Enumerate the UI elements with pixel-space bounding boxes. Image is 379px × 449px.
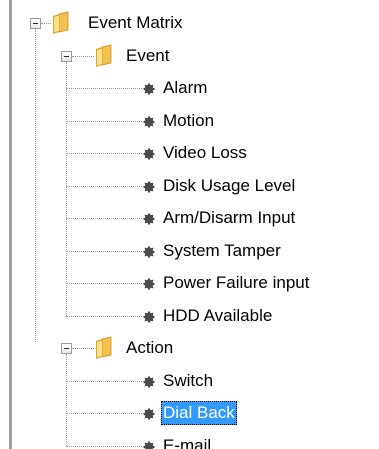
tree-connector-line	[66, 120, 142, 122]
tree-node-arm-disarm-input[interactable]: Arm/Disarm Input	[161, 206, 297, 230]
tree-connector-line	[72, 55, 94, 57]
group-collapse-toggle-event[interactable]	[61, 50, 72, 62]
tree-connector-line	[66, 413, 142, 414]
tree-node-event-matrix[interactable]: Event Matrix	[86, 11, 184, 35]
tree-connector-line	[41, 23, 51, 24]
tree-node-power-failure-input[interactable]: Power Failure input	[161, 271, 311, 295]
bullet-icon	[142, 276, 156, 291]
tree-connector-line	[66, 354, 67, 446]
tree-connector-line	[66, 88, 142, 89]
tree-connector-line	[66, 153, 142, 154]
bullet-icon	[142, 179, 156, 193]
tree-connector-line	[66, 250, 142, 252]
bullet-icon	[142, 439, 156, 449]
tree-connector-line	[66, 218, 142, 219]
tree-node-motion[interactable]: Motion	[161, 109, 216, 133]
bullet-icon	[142, 244, 156, 258]
tree-node-e-mail[interactable]: E-mail	[161, 434, 213, 449]
bullet-icon	[142, 374, 156, 388]
tree-connector-line	[35, 29, 36, 342]
tree-connector-line	[66, 283, 142, 284]
tree-node-alarm[interactable]: Alarm	[161, 76, 209, 100]
tree-node-hdd-available[interactable]: HDD Available	[161, 304, 274, 328]
tree-node-disk-usage-level[interactable]: Disk Usage Level	[161, 174, 297, 198]
bullet-icon	[142, 309, 156, 323]
tree-node-action[interactable]: Action	[124, 336, 175, 360]
folder-icon	[51, 11, 71, 35]
tree-connector-line	[66, 185, 142, 187]
root-collapse-toggle[interactable]	[30, 18, 41, 29]
folder-icon	[94, 336, 114, 360]
tree-node-switch[interactable]: Switch	[161, 369, 215, 393]
folder-icon	[94, 44, 114, 68]
tree-connector-line	[66, 445, 142, 447]
bullet-icon	[142, 406, 156, 421]
bullet-icon	[142, 81, 156, 96]
tree-connector-line	[66, 380, 142, 382]
bullet-icon	[142, 211, 156, 226]
tree-node-event[interactable]: Event	[124, 44, 171, 68]
tree-node-video-loss[interactable]: Video Loss	[161, 141, 249, 165]
tree-connector-line	[66, 315, 142, 317]
bullet-icon	[142, 114, 156, 128]
tree-panel-border	[9, 0, 12, 449]
bullet-icon	[142, 146, 156, 161]
tree-connector-line	[66, 61, 67, 316]
tree-node-dial-back[interactable]: Dial Back	[161, 401, 237, 425]
group-collapse-toggle-action[interactable]	[61, 343, 72, 354]
tree-connector-line	[72, 348, 94, 349]
tree-node-system-tamper[interactable]: System Tamper	[161, 239, 283, 263]
